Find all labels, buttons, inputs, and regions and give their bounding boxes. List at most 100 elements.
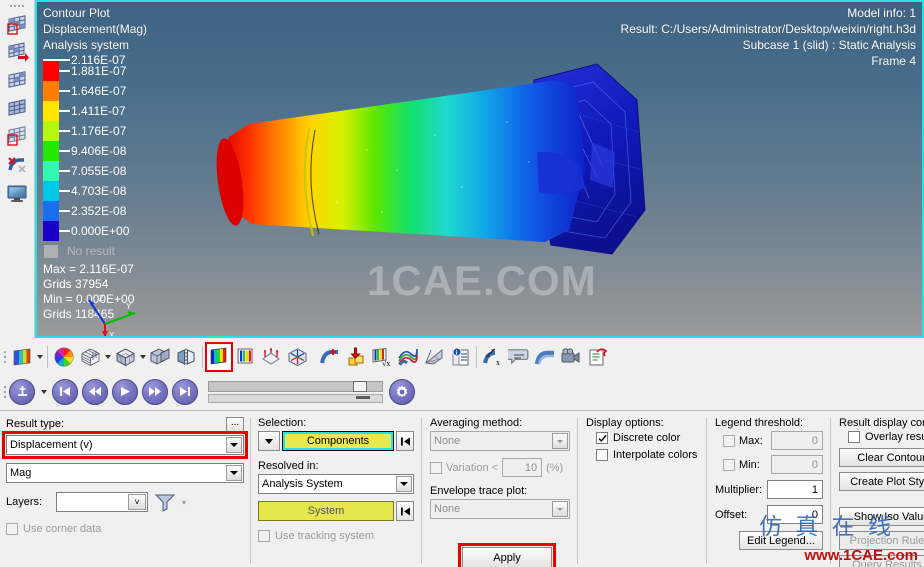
- selection-reset-button[interactable]: [396, 431, 414, 451]
- model-info-icon[interactable]: i: [447, 343, 473, 371]
- deformation-icon[interactable]: [532, 343, 558, 371]
- color-wheel-icon[interactable]: [51, 343, 77, 371]
- toolbar-grip[interactable]: [0, 379, 9, 405]
- averaging-method-combo[interactable]: None: [430, 431, 570, 451]
- apply-button[interactable]: Apply: [458, 543, 556, 567]
- show-iso-value-button[interactable]: Show Iso Value: [839, 507, 924, 526]
- step-backward-button[interactable]: [82, 378, 108, 405]
- tracing-icon[interactable]: [395, 343, 421, 371]
- play-button[interactable]: [112, 378, 138, 405]
- selection-entity-button[interactable]: Components: [282, 431, 394, 451]
- contour-plot-dropdown-icon[interactable]: [9, 343, 35, 371]
- use-tracking-system-checkbox[interactable]: [258, 530, 270, 542]
- note-icon[interactable]: [506, 343, 532, 371]
- layers-combo[interactable]: ˅: [56, 492, 148, 512]
- chevron-down-icon[interactable]: [35, 344, 44, 370]
- create-plot-style-button[interactable]: Create Plot Style: [839, 472, 924, 491]
- filter-icon[interactable]: [154, 492, 176, 512]
- page-window-select-icon[interactable]: [4, 124, 30, 150]
- math-contour-icon[interactable]: √x: [369, 343, 395, 371]
- animation-speed-slider[interactable]: [208, 380, 383, 392]
- chevron-down-icon[interactable]: [552, 433, 568, 449]
- resolved-system-reset-button[interactable]: [396, 501, 414, 521]
- free-body-icon[interactable]: [421, 343, 447, 371]
- chevron-down-icon[interactable]: [552, 501, 568, 517]
- multiplier-field[interactable]: 1: [767, 480, 823, 499]
- animation-frame-slider[interactable]: [208, 393, 383, 403]
- legend-min-label: Min:: [739, 458, 760, 471]
- resolved-system-button[interactable]: System: [258, 501, 394, 521]
- toolbar-grip[interactable]: [0, 344, 9, 370]
- legend-max-checkbox[interactable]: [723, 434, 735, 447]
- measure-tool-icon[interactable]: [4, 152, 30, 178]
- clear-contour-button[interactable]: Clear Contour: [839, 448, 924, 467]
- report-icon[interactable]: [584, 343, 610, 371]
- result-type-browse-button[interactable]: ...: [226, 417, 244, 433]
- chevron-down-icon[interactable]: [226, 465, 242, 481]
- step-forward-button[interactable]: [142, 378, 168, 405]
- selection-mode-dropdown[interactable]: [258, 431, 280, 451]
- use-corner-data-row[interactable]: Use corner data: [6, 523, 244, 535]
- result-type-label: Result type:: [6, 418, 65, 430]
- deformed-shape-icon[interactable]: [317, 343, 343, 371]
- toolbar-grip[interactable]: [9, 2, 25, 10]
- page-previous-icon[interactable]: [4, 68, 30, 94]
- result-component-combo[interactable]: Mag: [6, 463, 244, 483]
- skip-to-end-button[interactable]: [172, 378, 198, 405]
- video-capture-icon[interactable]: [558, 343, 584, 371]
- use-corner-data-checkbox[interactable]: [6, 523, 18, 535]
- use-tracking-system-row[interactable]: Use tracking system: [258, 530, 414, 542]
- overlay-result-checkbox[interactable]: [848, 431, 860, 443]
- slider-thumb[interactable]: [352, 380, 367, 392]
- load-export-icon[interactable]: [343, 343, 369, 371]
- chevron-down-icon[interactable]: ▾: [182, 498, 186, 507]
- skip-to-start-button[interactable]: [52, 378, 78, 405]
- mesh-cube-icon[interactable]: [77, 343, 103, 371]
- chevron-down-icon[interactable]: ˅: [128, 494, 146, 510]
- measure-icon[interactable]: x: [480, 343, 506, 371]
- mirror-icon[interactable]: [173, 343, 199, 371]
- animation-settings-button[interactable]: [389, 378, 415, 405]
- legend-min-checkbox[interactable]: [723, 458, 735, 471]
- multiplier-label: Multiplier:: [715, 483, 763, 496]
- chevron-down-icon[interactable]: [39, 379, 48, 405]
- overlay-result-row[interactable]: Overlay result display: [848, 431, 924, 443]
- query-results-button[interactable]: Query Results...: [839, 555, 924, 567]
- section-cut-icon[interactable]: [147, 343, 173, 371]
- graphics-viewport[interactable]: Contour Plot Displacement(Mag) Analysis …: [35, 0, 924, 338]
- vector-plot-icon[interactable]: [258, 343, 284, 371]
- chevron-down-icon[interactable]: [138, 344, 147, 370]
- animation-mode-button[interactable]: [9, 378, 35, 405]
- monitor-display-icon[interactable]: [4, 180, 30, 206]
- offset-field[interactable]: 0: [767, 505, 823, 524]
- envelope-trace-combo[interactable]: None: [430, 499, 570, 519]
- edit-legend-button[interactable]: Edit Legend...: [739, 531, 823, 550]
- contour-legend-icon[interactable]: [205, 341, 233, 372]
- toolbar-separator: [47, 345, 48, 368]
- page-next-icon[interactable]: [4, 96, 30, 122]
- slider-thumb[interactable]: [356, 395, 371, 399]
- result-type-combo[interactable]: Displacement (v): [2, 431, 248, 459]
- triad-y-label: Y: [126, 302, 132, 311]
- chevron-down-icon[interactable]: [103, 344, 112, 370]
- variation-checkbox[interactable]: [430, 461, 442, 474]
- iso-bands-icon[interactable]: [232, 343, 258, 371]
- interpolate-colors-checkbox[interactable]: [596, 449, 608, 461]
- legend-no-result-row: No result: [43, 242, 134, 260]
- projection-rule-button[interactable]: Projection Rule...: [839, 531, 924, 550]
- resolved-in-combo[interactable]: Analysis System: [258, 474, 414, 494]
- chevron-down-icon[interactable]: [396, 476, 412, 492]
- legend-max-field[interactable]: 0: [770, 431, 823, 450]
- interpolate-colors-row[interactable]: Interpolate colors: [596, 449, 700, 461]
- chevron-down-icon[interactable]: [226, 437, 242, 453]
- page-window-layout-icon[interactable]: [4, 12, 30, 38]
- discrete-color-row[interactable]: Discrete color: [596, 432, 700, 444]
- page-add-icon[interactable]: [4, 40, 30, 66]
- solid-cube-icon[interactable]: [112, 343, 138, 371]
- tensor-plot-icon[interactable]: [284, 343, 310, 371]
- discrete-color-checkbox[interactable]: [596, 432, 608, 444]
- offset-label: Offset:: [715, 508, 748, 521]
- legend-min-field[interactable]: 0: [770, 455, 823, 474]
- animation-sliders[interactable]: [208, 380, 383, 403]
- variation-value-field[interactable]: 10: [502, 458, 543, 477]
